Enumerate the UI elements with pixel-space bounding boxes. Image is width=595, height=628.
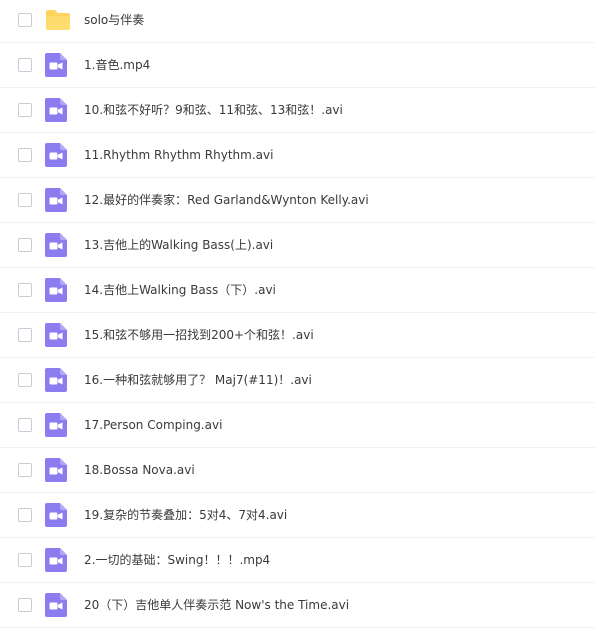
video-file-icon [45, 458, 71, 482]
file-name[interactable]: 1.音色.mp4 [84, 43, 150, 87]
file-name[interactable]: 18.Bossa Nova.avi [84, 448, 195, 492]
file-name[interactable]: 19.复杂的节奏叠加：5对4、7对4.avi [84, 493, 287, 537]
file-name[interactable]: 2.一切的基础：Swing！！！.mp4 [84, 538, 270, 582]
video-file-icon [45, 548, 71, 572]
row-checkbox[interactable] [18, 238, 32, 252]
file-row[interactable]: 20（下）吉他单人伴奏示范 Now's the Time.avi [0, 583, 595, 628]
video-file-icon [45, 503, 71, 527]
file-name[interactable]: 14.吉他上Walking Bass（下）.avi [84, 268, 276, 312]
file-list: solo与伴奏 1.音色.mp4 10.和弦不好听？9和弦、11和弦、13和弦！.a… [0, 0, 595, 628]
video-file-icon [45, 593, 71, 617]
video-file-icon [45, 413, 71, 437]
file-row[interactable]: 2.一切的基础：Swing！！！.mp4 [0, 538, 595, 583]
video-file-icon [45, 98, 71, 122]
file-row[interactable]: 16.一种和弦就够用了？ Maj7(#11)！.avi [0, 358, 595, 403]
video-file-icon [45, 368, 71, 392]
file-name[interactable]: 13.吉他上的Walking Bass(上).avi [84, 223, 273, 267]
file-row[interactable]: 13.吉他上的Walking Bass(上).avi [0, 223, 595, 268]
row-checkbox[interactable] [18, 283, 32, 297]
file-name[interactable]: 20（下）吉他单人伴奏示范 Now's the Time.avi [84, 583, 349, 627]
file-row[interactable]: 12.最好的伴奏家：Red Garland&Wynton Kelly.avi [0, 178, 595, 223]
row-checkbox[interactable] [18, 193, 32, 207]
file-row[interactable]: 18.Bossa Nova.avi [0, 448, 595, 493]
row-checkbox[interactable] [18, 103, 32, 117]
video-file-icon [45, 143, 71, 167]
row-checkbox[interactable] [18, 328, 32, 342]
file-row[interactable]: 1.音色.mp4 [0, 43, 595, 88]
file-name[interactable]: 11.Rhythm Rhythm Rhythm.avi [84, 133, 273, 177]
file-name[interactable]: 17.Person Comping.avi [84, 403, 222, 447]
row-checkbox[interactable] [18, 58, 32, 72]
row-checkbox[interactable] [18, 148, 32, 162]
file-row[interactable]: 11.Rhythm Rhythm Rhythm.avi [0, 133, 595, 178]
video-file-icon [45, 323, 71, 347]
file-row[interactable]: 10.和弦不好听？9和弦、11和弦、13和弦！.avi [0, 88, 595, 133]
file-row[interactable]: 19.复杂的节奏叠加：5对4、7对4.avi [0, 493, 595, 538]
row-checkbox[interactable] [18, 13, 32, 27]
file-name[interactable]: 16.一种和弦就够用了？ Maj7(#11)！.avi [84, 358, 312, 402]
video-file-icon [45, 53, 71, 77]
folder-icon [45, 8, 71, 32]
file-row[interactable]: 15.和弦不够用一招找到200+个和弦！.avi [0, 313, 595, 358]
file-row[interactable]: 17.Person Comping.avi [0, 403, 595, 448]
file-name[interactable]: 12.最好的伴奏家：Red Garland&Wynton Kelly.avi [84, 178, 369, 222]
row-checkbox[interactable] [18, 553, 32, 567]
file-name[interactable]: solo与伴奏 [84, 0, 144, 42]
file-row[interactable]: 14.吉他上Walking Bass（下）.avi [0, 268, 595, 313]
video-file-icon [45, 278, 71, 302]
file-name[interactable]: 15.和弦不够用一招找到200+个和弦！.avi [84, 313, 314, 357]
video-file-icon [45, 233, 71, 257]
row-checkbox[interactable] [18, 598, 32, 612]
row-checkbox[interactable] [18, 373, 32, 387]
row-checkbox[interactable] [18, 418, 32, 432]
file-name[interactable]: 10.和弦不好听？9和弦、11和弦、13和弦！.avi [84, 88, 343, 132]
video-file-icon [45, 188, 71, 212]
row-checkbox[interactable] [18, 463, 32, 477]
row-checkbox[interactable] [18, 508, 32, 522]
file-row[interactable]: solo与伴奏 [0, 0, 595, 43]
